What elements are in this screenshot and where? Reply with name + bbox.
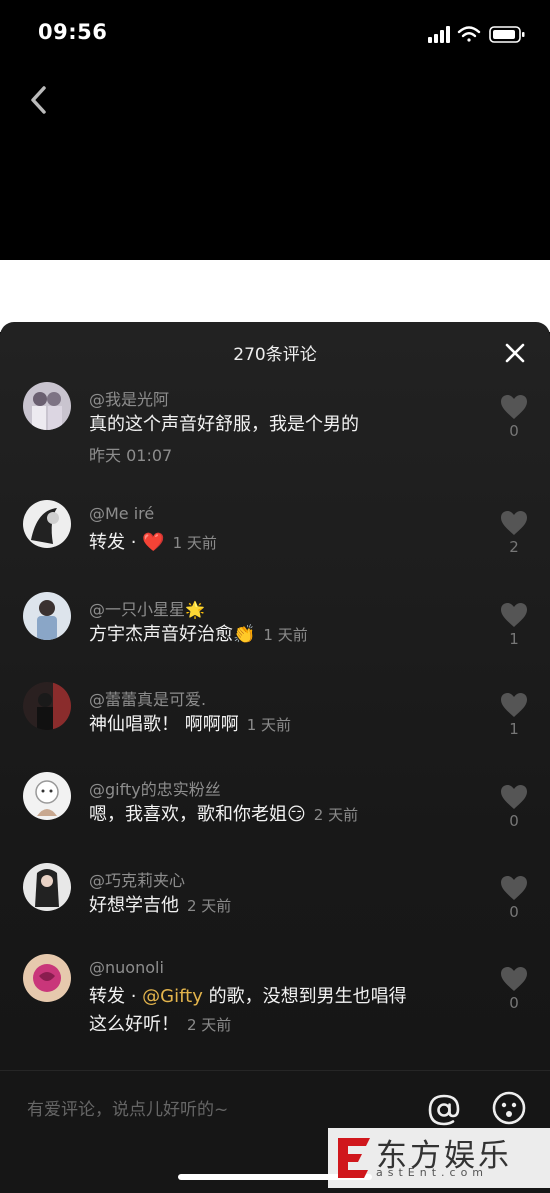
like-count: 2: [509, 538, 519, 556]
comment-text: 神仙唱歌！ 啊啊啊 1 天前: [89, 714, 292, 735]
like-count: 1: [509, 630, 519, 648]
comment-username[interactable]: @Me iré: [89, 504, 154, 523]
comments-count-title: 270条评论: [233, 345, 317, 365]
heart-icon: [501, 603, 527, 627]
avatar[interactable]: [23, 682, 71, 730]
comment-text: 转发 · ❤️ 1 天前: [89, 532, 217, 553]
at-mention-icon[interactable]: [427, 1093, 461, 1127]
heart-icon: [501, 785, 527, 809]
comment-username[interactable]: @我是光阿: [89, 386, 169, 410]
avatar[interactable]: [23, 863, 71, 911]
comment-text: 好想学吉他 2 天前: [89, 895, 232, 916]
like-count: 0: [509, 903, 519, 921]
comment-time: 2 天前: [313, 806, 359, 824]
heart-emoji: ❤️: [142, 532, 165, 553]
watermark-logo-icon: [338, 1138, 370, 1178]
comment-username[interactable]: @gifty的忠实粉丝: [89, 776, 221, 800]
comment-username[interactable]: @巧克莉夹心: [89, 867, 185, 891]
comment-input[interactable]: 有爱评论，说点儿好听的~: [27, 1095, 228, 1120]
emoji-icon[interactable]: [492, 1091, 526, 1125]
watermark: 东方娱乐 astEnt.com: [328, 1128, 550, 1188]
clap-emoji: 👏: [233, 624, 256, 645]
like-count: 1: [509, 720, 519, 738]
status-icons: [428, 26, 525, 43]
battery-icon: [489, 26, 525, 43]
like-button[interactable]: 0: [500, 394, 528, 440]
wifi-icon: [457, 26, 481, 42]
mention-link[interactable]: @Gifty: [142, 986, 203, 1007]
close-icon[interactable]: [504, 342, 526, 364]
comment-text: 转发 · @Gifty 的歌，没想到男生也唱得: [89, 986, 407, 1007]
avatar[interactable]: [23, 500, 71, 548]
heart-icon: [501, 511, 527, 535]
like-count: 0: [509, 994, 519, 1012]
like-button[interactable]: 0: [500, 966, 528, 1012]
comment-time: 1 天前: [246, 716, 292, 734]
like-count: 0: [509, 812, 519, 830]
comment-text: 方宇杰声音好治愈👏 1 天前: [89, 624, 308, 645]
heart-icon: [501, 693, 527, 717]
comment-time: 1 天前: [172, 534, 217, 552]
comment-time: 1 天前: [263, 626, 308, 644]
comments-sheet: 270条评论 @我是光阿 真的这个声音好舒服，我是个男的 昨天 01:07 0: [0, 322, 550, 1192]
smirk-emoji: 😏: [287, 804, 306, 825]
heart-icon: [501, 395, 527, 419]
status-time: 09:56: [38, 20, 108, 44]
avatar[interactable]: [23, 592, 71, 640]
like-button[interactable]: 1: [500, 602, 528, 648]
heart-icon: [501, 967, 527, 991]
signal-icon: [428, 26, 450, 43]
comment-username[interactable]: @nuonoli: [89, 958, 164, 977]
like-count: 0: [509, 422, 519, 440]
like-button[interactable]: 1: [500, 692, 528, 738]
comment-username[interactable]: @蕾蕾真是可爱.: [89, 686, 206, 710]
avatar[interactable]: [23, 772, 71, 820]
watermark-domain: astEnt.com: [376, 1166, 489, 1179]
comment-username[interactable]: @一只小星星🌟: [89, 596, 205, 620]
like-button[interactable]: 0: [500, 784, 528, 830]
comment-time: 昨天 01:07: [89, 446, 173, 465]
comment-text: 真的这个声音好舒服，我是个男的: [89, 414, 359, 435]
comment-text: 嗯，我喜欢，歌和你老姐😏 2 天前: [89, 804, 359, 825]
comment-time: 2 天前: [187, 1016, 232, 1034]
like-button[interactable]: 0: [500, 875, 528, 921]
comment-text-line2: 这么好听！ 2 天前: [89, 1014, 232, 1035]
star-emoji: 🌟: [185, 600, 205, 619]
avatar[interactable]: [23, 382, 71, 430]
like-button[interactable]: 2: [500, 510, 528, 556]
comment-time: 2 天前: [187, 897, 232, 915]
back-icon[interactable]: [22, 82, 58, 118]
avatar[interactable]: [23, 954, 71, 1002]
heart-icon: [501, 876, 527, 900]
status-bar: 09:56: [0, 0, 550, 68]
